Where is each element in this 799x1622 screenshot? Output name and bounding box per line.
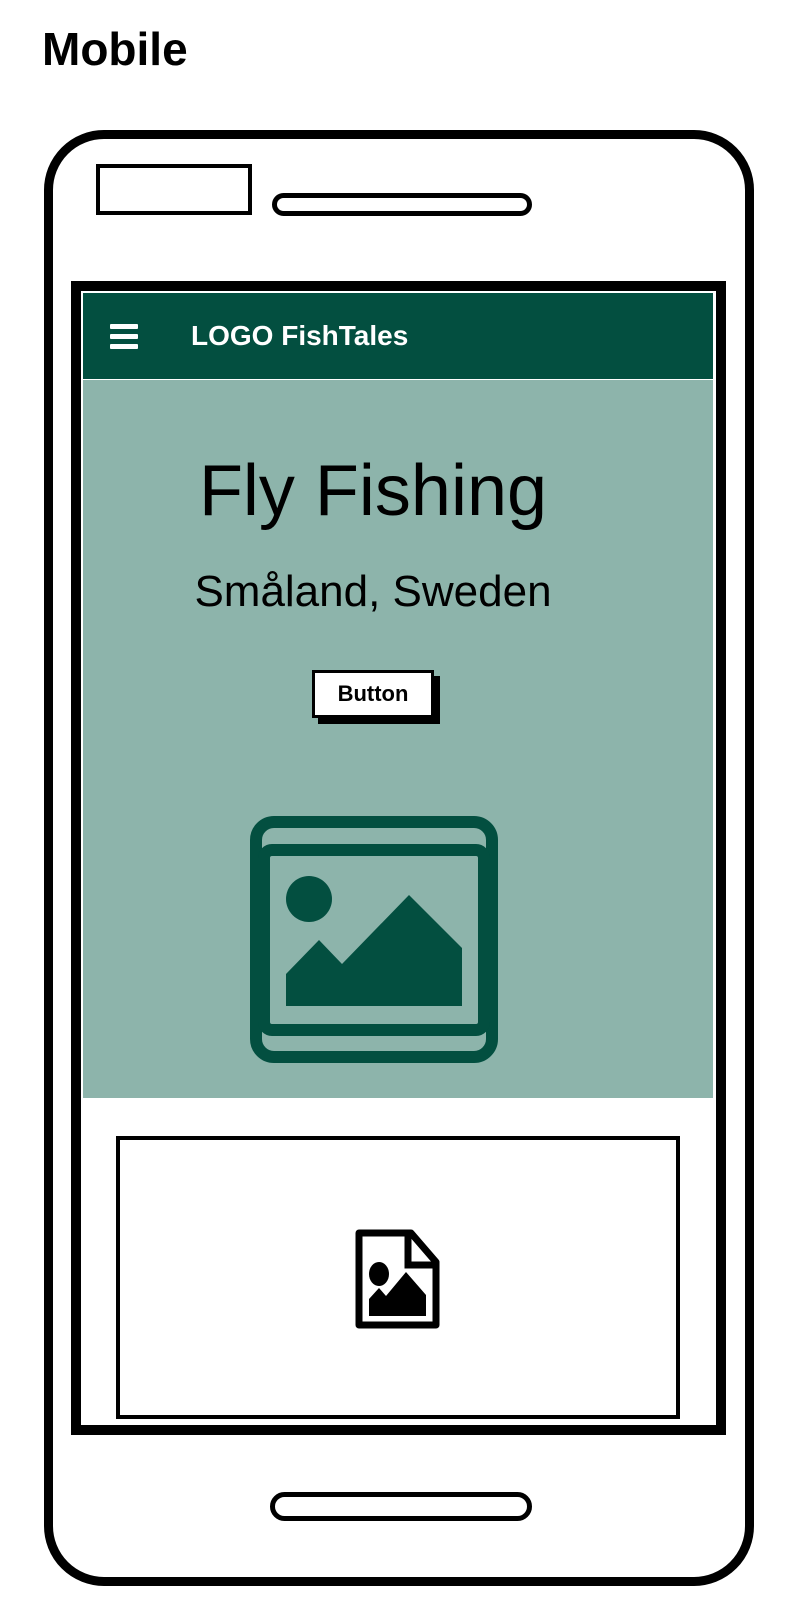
frame-label: Mobile [42, 23, 188, 75]
hero-button[interactable]: Button [312, 670, 434, 718]
phone-speaker [272, 193, 532, 216]
phone-camera [96, 164, 252, 215]
app-header: LOGO FishTales [83, 293, 713, 379]
hamburger-icon[interactable] [110, 323, 138, 349]
phone-home-button [270, 1492, 532, 1521]
hero-subtitle: Småland, Sweden [194, 567, 552, 616]
image-placeholder-icon [250, 816, 498, 1063]
brand-logo[interactable]: LOGO FishTales [191, 320, 408, 352]
image-file-icon [355, 1229, 440, 1329]
hero-title: Fly Fishing [198, 451, 548, 531]
